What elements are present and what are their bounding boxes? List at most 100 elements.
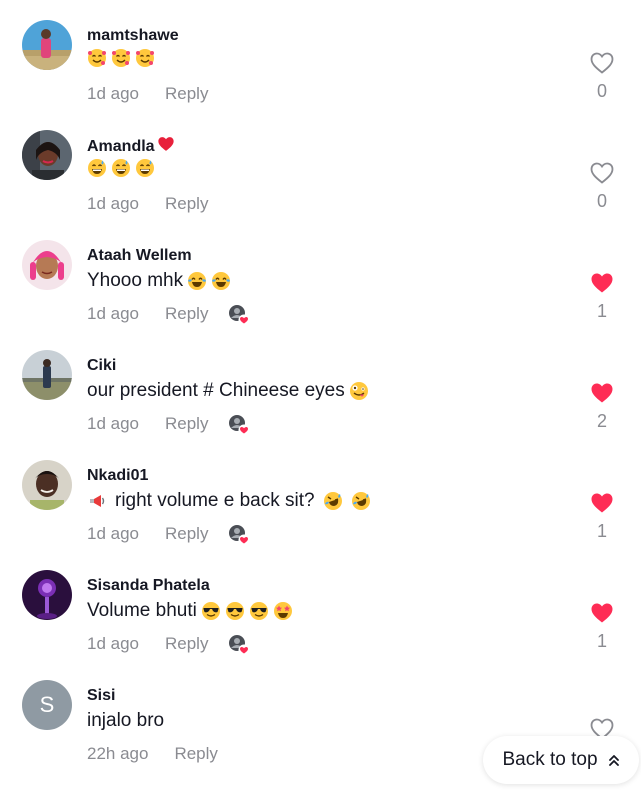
comment-item: Amandla 1d ago Reply 0 — [0, 110, 641, 220]
creator-liked-icon — [228, 524, 250, 546]
comment-username[interactable]: Ataah Wellem — [87, 246, 192, 266]
heart-filled-icon — [591, 273, 613, 293]
comment-meta: 1d ago Reply — [87, 303, 250, 326]
comment-username[interactable]: Sisanda Phatela — [87, 576, 210, 596]
heart-outline-icon — [590, 52, 614, 74]
comment-username[interactable]: Nkadi01 — [87, 466, 148, 486]
comment-text: Yhooo mhk — [87, 268, 231, 294]
avatar[interactable] — [22, 240, 72, 290]
comment-list: mamtshawe 1d ago Reply 0 Amandla 1d ago … — [0, 0, 641, 770]
sunglasses-emoji — [249, 601, 269, 621]
tears-of-joy-emoji — [187, 271, 207, 291]
sunglasses-emoji — [201, 601, 221, 621]
tears-of-joy-emoji — [211, 271, 231, 291]
reply-button[interactable]: Reply — [174, 743, 217, 765]
red-heart-icon — [157, 136, 175, 158]
reply-button[interactable]: Reply — [165, 413, 208, 435]
reply-button[interactable]: Reply — [165, 193, 208, 215]
star-struck-emoji — [273, 601, 293, 621]
comment-body: injalo bro — [87, 710, 165, 731]
like-count: 0 — [596, 81, 607, 101]
reply-button[interactable]: Reply — [165, 523, 208, 545]
reply-button[interactable]: Reply — [165, 633, 208, 655]
creator-liked-icon — [228, 414, 250, 436]
comment-text: Volume bhuti — [87, 598, 293, 624]
zany-face-emoji — [349, 381, 369, 401]
rolling-laughing-emoji — [323, 491, 343, 511]
grinning-sweat-emoji — [135, 158, 155, 178]
comment-username[interactable]: Ciki — [87, 356, 116, 376]
reply-button[interactable]: Reply — [165, 303, 208, 325]
comment-username[interactable]: Sisi — [87, 686, 115, 706]
like-button[interactable]: 1 — [587, 272, 617, 322]
like-count: 1 — [596, 301, 607, 321]
reply-button[interactable]: Reply — [165, 83, 208, 105]
smiling-face-with-hearts-emoji — [111, 48, 131, 68]
smiling-face-with-hearts-emoji — [135, 48, 155, 68]
comment-item: mamtshawe 1d ago Reply 0 — [0, 0, 641, 110]
back-to-top-label: Back to top — [502, 749, 598, 770]
username-text: mamtshawe — [87, 27, 179, 44]
double-chevron-up-icon — [608, 755, 619, 766]
username-text: Sisanda Phatela — [87, 577, 210, 594]
comment-time: 1d ago — [87, 414, 139, 433]
username-text: Ataah Wellem — [87, 247, 192, 264]
username-text: Nkadi01 — [87, 467, 149, 484]
comment-item: Nkadi01 right volume e back sit? 1d ago … — [0, 440, 641, 550]
comment-time: 1d ago — [87, 304, 139, 323]
comment-item: Ataah Wellem Yhooo mhk 1d ago Reply 1 — [0, 220, 641, 330]
comment-body: our president # Chineese eyes — [87, 380, 345, 401]
avatar[interactable] — [22, 460, 72, 510]
like-count: 1 — [596, 521, 607, 541]
comment-meta: 22h ago Reply — [87, 743, 218, 765]
smiling-face-with-hearts-emoji — [87, 48, 107, 68]
like-count: 0 — [596, 191, 607, 211]
comment-meta: 1d ago Reply — [87, 633, 250, 656]
avatar[interactable] — [22, 130, 72, 180]
comment-body: right volume e back sit? — [115, 490, 315, 511]
comment-text: injalo bro — [87, 708, 164, 734]
grinning-sweat-emoji — [111, 158, 131, 178]
comment-meta: 1d ago Reply — [87, 413, 250, 436]
avatar-letter: S — [39, 692, 55, 717]
comment-time: 1d ago — [87, 84, 139, 103]
comment-meta: 1d ago Reply — [87, 193, 208, 215]
comment-text — [87, 158, 155, 178]
avatar[interactable]: S — [22, 680, 72, 730]
heart-filled-icon — [591, 493, 613, 513]
comment-username[interactable]: Amandla — [87, 136, 175, 158]
comment-time: 1d ago — [87, 524, 139, 543]
comment-meta: 1d ago Reply — [87, 523, 250, 546]
comment-username[interactable]: mamtshawe — [87, 26, 179, 46]
like-button[interactable]: 1 — [587, 602, 617, 652]
sunglasses-emoji — [225, 601, 245, 621]
username-text: Sisi — [87, 687, 116, 704]
loudspeaker-emoji — [87, 491, 107, 511]
like-button[interactable]: 1 — [587, 492, 617, 542]
like-button[interactable]: 2 — [587, 382, 617, 432]
avatar[interactable] — [22, 570, 72, 620]
username-text: Amandla — [87, 138, 155, 155]
like-count: 2 — [596, 411, 607, 431]
back-to-top-button[interactable]: Back to top — [483, 736, 639, 784]
avatar[interactable] — [22, 350, 72, 400]
rolling-laughing-emoji — [351, 491, 371, 511]
comment-item: Ciki our president # Chineese eyes 1d ag… — [0, 330, 641, 440]
like-count: 1 — [596, 631, 607, 651]
creator-liked-icon — [228, 634, 250, 656]
heart-filled-icon — [591, 383, 613, 403]
comment-text — [87, 48, 155, 68]
comment-body: Volume bhuti — [87, 600, 197, 621]
comment-meta: 1d ago Reply — [87, 83, 208, 105]
username-text: Ciki — [87, 357, 117, 374]
avatar[interactable] — [22, 20, 72, 70]
comment-text: our president # Chineese eyes — [87, 378, 369, 404]
like-button[interactable]: 0 — [587, 52, 617, 102]
heart-filled-icon — [591, 603, 613, 623]
comment-body: Yhooo mhk — [87, 270, 184, 291]
comment-time: 22h ago — [87, 744, 149, 763]
heart-outline-icon — [590, 162, 614, 184]
comment-time: 1d ago — [87, 634, 139, 653]
like-button[interactable]: 0 — [587, 162, 617, 212]
comment-text: right volume e back sit? — [87, 488, 371, 514]
